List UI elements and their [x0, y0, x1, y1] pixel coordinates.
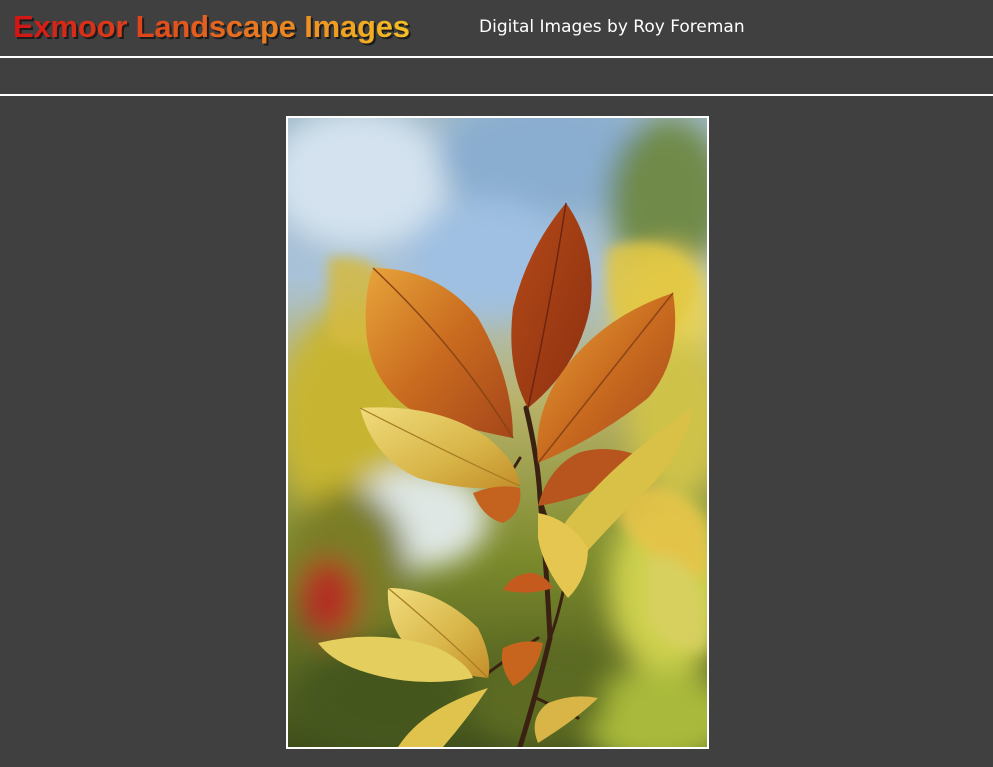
site-title[interactable]: Exmoor Landscape Images: [13, 8, 410, 46]
nav-bar: [0, 58, 993, 96]
site-subtitle: Digital Images by Roy Foreman: [479, 17, 745, 37]
main-photo[interactable]: [286, 116, 709, 749]
site-header: Exmoor Landscape Images Exmoor Landscape…: [0, 0, 993, 58]
photo-image: [288, 118, 707, 747]
